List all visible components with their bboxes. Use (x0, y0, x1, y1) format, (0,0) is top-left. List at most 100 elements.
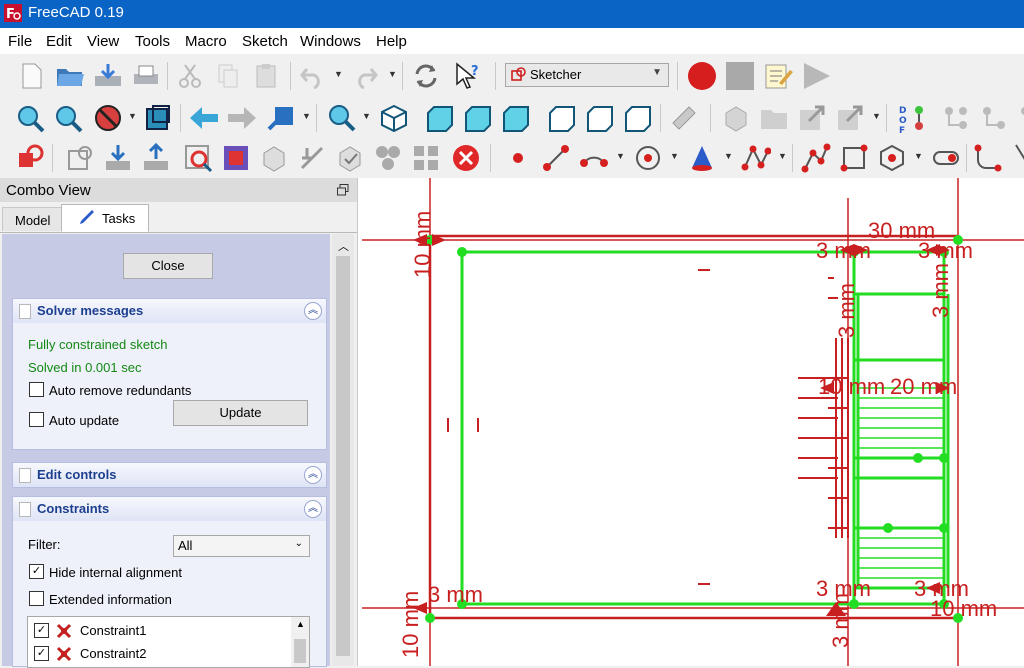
create-slot-icon[interactable] (930, 142, 962, 174)
menu-sketch[interactable]: Sketch (242, 33, 288, 50)
menu-file[interactable]: File (8, 33, 32, 50)
macro-play-icon[interactable] (800, 60, 832, 92)
collapse-icon[interactable]: ︽ (304, 302, 322, 320)
create-circle-icon[interactable] (632, 142, 664, 174)
create-fillet-icon[interactable] (972, 142, 1004, 174)
create-point-icon[interactable] (502, 142, 534, 174)
create-polyline-icon[interactable] (800, 142, 832, 174)
constraint-checkbox[interactable]: ✓ (34, 646, 49, 661)
create-arc-icon[interactable] (578, 142, 610, 174)
create-polygon-icon[interactable] (876, 142, 908, 174)
circle-dropdown-icon[interactable]: ▼ (670, 151, 679, 161)
macro-record-icon[interactable] (686, 60, 718, 92)
list-scrollbar[interactable]: ▲ (291, 617, 309, 667)
cut-icon[interactable] (174, 60, 206, 92)
save-icon[interactable] (92, 60, 124, 92)
hide-internal-alignment-checkbox[interactable]: ✓ (29, 564, 44, 579)
chevron-up-icon[interactable]: ︿ (338, 238, 349, 254)
bspline-dropdown-icon[interactable]: ▼ (778, 151, 787, 161)
sync-view-icon[interactable] (266, 102, 298, 134)
view-front-icon[interactable] (424, 102, 456, 134)
chevron-up-icon[interactable]: ▲ (296, 619, 305, 629)
link-actions-dropdown-icon[interactable]: ▼ (872, 111, 881, 121)
collapse-icon[interactable]: ︽ (304, 466, 322, 484)
macro-stop-icon[interactable] (724, 60, 756, 92)
degrees-of-freedom-icon[interactable]: DOF (898, 102, 930, 134)
draw-style-dropdown-icon[interactable]: ▼ (128, 111, 137, 121)
constraint-extra-icon[interactable] (1016, 102, 1024, 134)
create-rectangle-icon[interactable] (838, 142, 870, 174)
zoom-icon[interactable] (326, 102, 358, 134)
bounding-box-icon[interactable] (142, 102, 174, 134)
menu-tools[interactable]: Tools (135, 33, 170, 50)
view-sketch-icon[interactable] (182, 142, 214, 174)
sketch-canvas[interactable]: 10 mm 30 mm 3 mm 3 mm 3 mm 3 mm 10 mm 20… (358, 178, 1024, 666)
update-button[interactable]: Update (173, 400, 308, 426)
redo-dropdown-icon[interactable]: ▼ (388, 69, 397, 79)
constraint-checkbox[interactable]: ✓ (34, 623, 49, 638)
create-line-icon[interactable] (540, 142, 572, 174)
auto-remove-redundants-checkbox[interactable] (29, 382, 44, 397)
scroll-thumb[interactable] (336, 256, 350, 656)
sketch-view-icon[interactable] (14, 142, 46, 174)
trim-edge-icon[interactable] (1008, 142, 1024, 174)
undo-icon[interactable] (296, 60, 328, 92)
polygon-dropdown-icon[interactable]: ▼ (914, 151, 923, 161)
draw-style-icon[interactable] (92, 102, 124, 134)
menu-windows[interactable]: Windows (300, 33, 361, 50)
link-actions-icon[interactable] (834, 102, 866, 134)
menu-help[interactable]: Help (376, 33, 407, 50)
tab-model[interactable]: Model (2, 207, 62, 231)
paste-icon[interactable] (250, 60, 282, 92)
edit-controls-header[interactable]: Edit controls ︽ (12, 462, 327, 488)
view-fit-selection-icon[interactable] (52, 102, 84, 134)
view-left-icon[interactable] (622, 102, 654, 134)
new-document-icon[interactable] (16, 60, 48, 92)
collapse-icon[interactable]: ︽ (304, 500, 322, 518)
create-bspline-icon[interactable] (740, 142, 772, 174)
constraints-header[interactable]: Constraints ︽ (12, 496, 327, 522)
link-icon[interactable] (796, 102, 828, 134)
sync-view-dropdown-icon[interactable]: ▼ (302, 111, 311, 121)
filter-select[interactable]: All ⌄ (173, 535, 310, 557)
measure-icon[interactable] (668, 102, 700, 134)
reorient-sketch-icon[interactable] (296, 142, 328, 174)
edit-sketch-icon[interactable] (102, 142, 134, 174)
whats-this-icon[interactable]: ? (452, 60, 484, 92)
undo-dropdown-icon[interactable]: ▼ (334, 69, 343, 79)
extended-information-checkbox[interactable] (29, 591, 44, 606)
refresh-icon[interactable] (410, 60, 442, 92)
list-item[interactable]: ✓ Constraint1 (28, 619, 288, 641)
forward-arrow-icon[interactable] (226, 102, 258, 134)
task-panel-scrollbar[interactable]: ︿ (332, 234, 354, 666)
leave-sketch-icon[interactable] (140, 142, 172, 174)
view-isometric-icon[interactable] (378, 102, 410, 134)
print-icon[interactable] (130, 60, 162, 92)
menu-edit[interactable]: Edit (46, 33, 72, 50)
redo-icon[interactable] (350, 60, 382, 92)
new-sketch-icon[interactable] (64, 142, 96, 174)
mirror-sketch-icon[interactable] (410, 142, 442, 174)
undock-icon[interactable] (337, 184, 349, 196)
view-right-icon[interactable] (500, 102, 532, 134)
view-top-icon[interactable] (462, 102, 494, 134)
open-folder-icon[interactable] (54, 60, 86, 92)
list-item[interactable]: ✓ Constraint2 (28, 642, 288, 664)
view-rear-icon[interactable] (546, 102, 578, 134)
constraint-select-icon[interactable] (978, 102, 1010, 134)
auto-update-checkbox[interactable] (29, 412, 44, 427)
menu-macro[interactable]: Macro (185, 33, 227, 50)
validate-sketch-icon[interactable] (334, 142, 366, 174)
map-sketch-icon[interactable] (258, 142, 290, 174)
create-part-icon[interactable] (720, 102, 752, 134)
close-sketch-icon[interactable] (450, 142, 482, 174)
tab-tasks[interactable]: Tasks (61, 204, 149, 232)
close-button[interactable]: Close (123, 253, 213, 279)
constraint-coincident-icon[interactable] (940, 102, 972, 134)
create-group-icon[interactable] (758, 102, 790, 134)
workbench-selector[interactable]: Sketcher ▼ (505, 63, 669, 87)
zoom-dropdown-icon[interactable]: ▼ (362, 111, 371, 121)
solver-messages-header[interactable]: Solver messages ︽ (12, 298, 327, 324)
macro-edit-icon[interactable] (762, 60, 794, 92)
create-conic-icon[interactable] (686, 142, 718, 174)
